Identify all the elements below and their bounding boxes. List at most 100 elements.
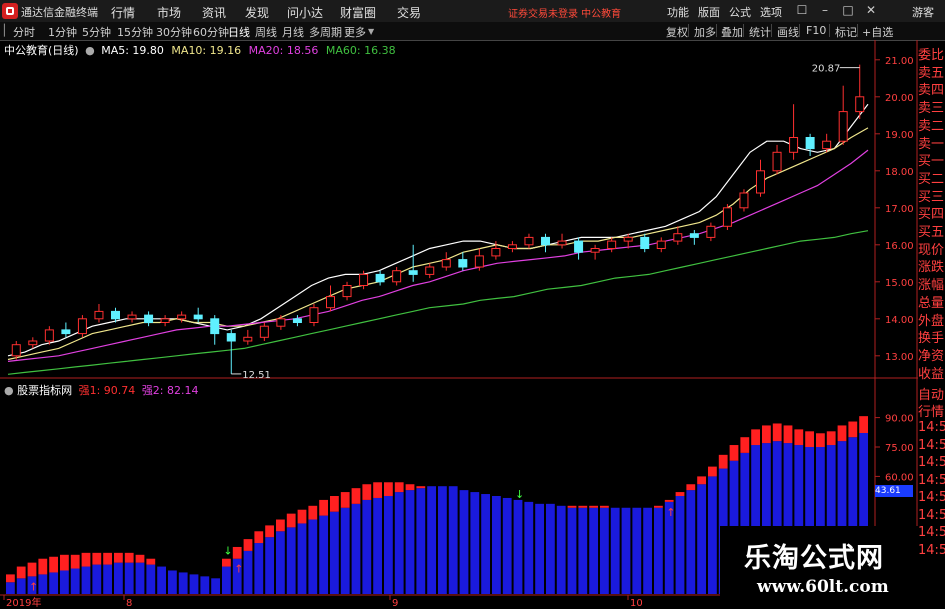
period-daily[interactable]: 日线 (228, 24, 250, 40)
indicator-bar-blue (481, 494, 490, 594)
app-logo-icon (2, 3, 18, 19)
indicator-bar-red (816, 433, 825, 447)
candle-body (441, 259, 451, 268)
indicator-bar-red (92, 552, 102, 565)
divider (857, 24, 858, 37)
minimize-icon[interactable]: – (818, 3, 832, 17)
side-time: 14:50 (918, 490, 945, 505)
tool-adjust[interactable]: 复权 (666, 24, 688, 40)
settings-circle-icon[interactable]: ● (4, 384, 14, 397)
candle-body (292, 318, 302, 323)
ma-line-ma20 (7, 149, 869, 362)
menu-layout[interactable]: 版面 (698, 4, 720, 20)
indicator-name: 股票指标网 (17, 384, 73, 397)
candle-body (507, 244, 517, 250)
skin-icon[interactable]: ☐ (795, 3, 809, 17)
tool-add-watchlist[interactable]: +自选 (862, 24, 893, 40)
indicator-bar-blue (448, 486, 458, 594)
tool-add[interactable]: 加多 (694, 24, 716, 40)
period-multi[interactable]: 多周期 (309, 24, 342, 40)
indicator-bar-red (114, 552, 123, 563)
indicator-bar-red (124, 552, 134, 563)
candle-body (210, 318, 220, 335)
ma20-label: MA20: 18.56 (248, 44, 319, 57)
divider (716, 24, 717, 37)
period-60min[interactable]: 60分钟 (193, 24, 229, 40)
candle-body (425, 266, 435, 275)
menu-wealth[interactable]: 财富圈 (340, 4, 376, 21)
candle-body (557, 240, 567, 246)
period-30min[interactable]: 30分钟 (156, 24, 192, 40)
close-icon[interactable]: ✕ (864, 3, 878, 17)
indicator-bar-blue (654, 507, 663, 594)
side-time: 14:50 (918, 507, 945, 523)
ind-tick-label: 75.00 (885, 443, 914, 454)
side-label: 买四 (918, 207, 945, 223)
menu-news[interactable]: 资讯 (202, 4, 226, 21)
collapse-icon[interactable]: ▏ (4, 24, 12, 37)
menu-function[interactable]: 功能 (667, 4, 689, 20)
maximize-icon[interactable]: □ (841, 3, 855, 17)
candle-body (822, 140, 832, 150)
side-label: 卖三 (918, 101, 945, 117)
side-label: 涨跌 (918, 260, 945, 276)
period-weekly[interactable]: 周线 (255, 24, 277, 40)
indicator-bar-blue (416, 488, 426, 594)
candle-body (177, 314, 187, 320)
period-1min[interactable]: 1分钟 (48, 24, 77, 40)
indicator-bar-blue (146, 564, 156, 594)
indicator-bar-blue (319, 515, 328, 594)
menu-trade[interactable]: 交易 (397, 4, 421, 21)
indicator-bar-blue (286, 527, 296, 594)
candle-body (144, 314, 154, 324)
tool-stats[interactable]: 统计 (749, 24, 771, 40)
candle-body (689, 233, 699, 238)
indicator-bar-red (297, 509, 307, 524)
period-more[interactable]: 更多 (344, 24, 366, 40)
indicator-bar-blue (60, 570, 69, 594)
login-warning[interactable]: 证券交易未登录 中公教育 (508, 5, 621, 20)
side-market[interactable]: 行情 (918, 401, 944, 420)
indicator-bar-blue (243, 550, 253, 594)
indicator-bar-blue (438, 486, 447, 594)
tool-draw[interactable]: 画线 (777, 24, 799, 40)
price-tick-label: 17.00 (885, 204, 914, 215)
candle-body (28, 340, 38, 346)
tool-mark[interactable]: 标记 (835, 24, 857, 40)
watermark-title: 乐淘公式网 (744, 543, 884, 574)
indicator-bar-red (362, 484, 372, 500)
guest-login[interactable]: 游客 (912, 4, 934, 20)
period-monthly[interactable]: 月线 (282, 24, 304, 40)
indicator-bar-red (254, 531, 264, 544)
chart-canvas[interactable]: 21.00 20.00 19.00 18.00 17.00 16.00 15.00 14.00… (0, 40, 945, 609)
indicator-l2: 强2: 82.14 (141, 384, 199, 397)
more-dropdown-icon[interactable]: ▼ (368, 27, 374, 36)
tool-f10[interactable]: F10 (806, 24, 826, 37)
indicator-bar-red (373, 482, 382, 498)
period-15min[interactable]: 15分钟 (117, 24, 153, 40)
indicator-bar-red (135, 554, 145, 563)
candle-body (474, 255, 484, 268)
menu-discover[interactable]: 发现 (245, 4, 269, 21)
menu-market[interactable]: 市场 (157, 4, 181, 21)
period-5min[interactable]: 5分钟 (82, 24, 111, 40)
menu-quotes[interactable]: 行情 (111, 4, 135, 21)
candle-body (375, 273, 385, 283)
indicator-bar-red (697, 476, 706, 485)
indicator-bar-red (794, 429, 804, 446)
period-intraday[interactable]: 分时 (13, 24, 35, 40)
indicator-bar-red (243, 539, 253, 551)
menu-formula[interactable]: 公式 (729, 4, 751, 20)
indicator-bar-blue (686, 490, 696, 594)
menu-options[interactable]: 选项 (760, 4, 782, 20)
high-annotation: 20.87 (812, 64, 841, 75)
date-label: 10 (630, 598, 643, 609)
candle-body (193, 314, 203, 320)
menu-ask[interactable]: 问小达 (287, 4, 323, 21)
candle-body (491, 248, 501, 257)
indicator-bar-red (38, 558, 48, 575)
settings-circle-icon[interactable]: ● (85, 44, 95, 57)
tool-overlay[interactable]: 叠加 (721, 24, 743, 40)
indicator-bar-red (265, 525, 274, 538)
side-time: 14:50 (918, 472, 945, 488)
